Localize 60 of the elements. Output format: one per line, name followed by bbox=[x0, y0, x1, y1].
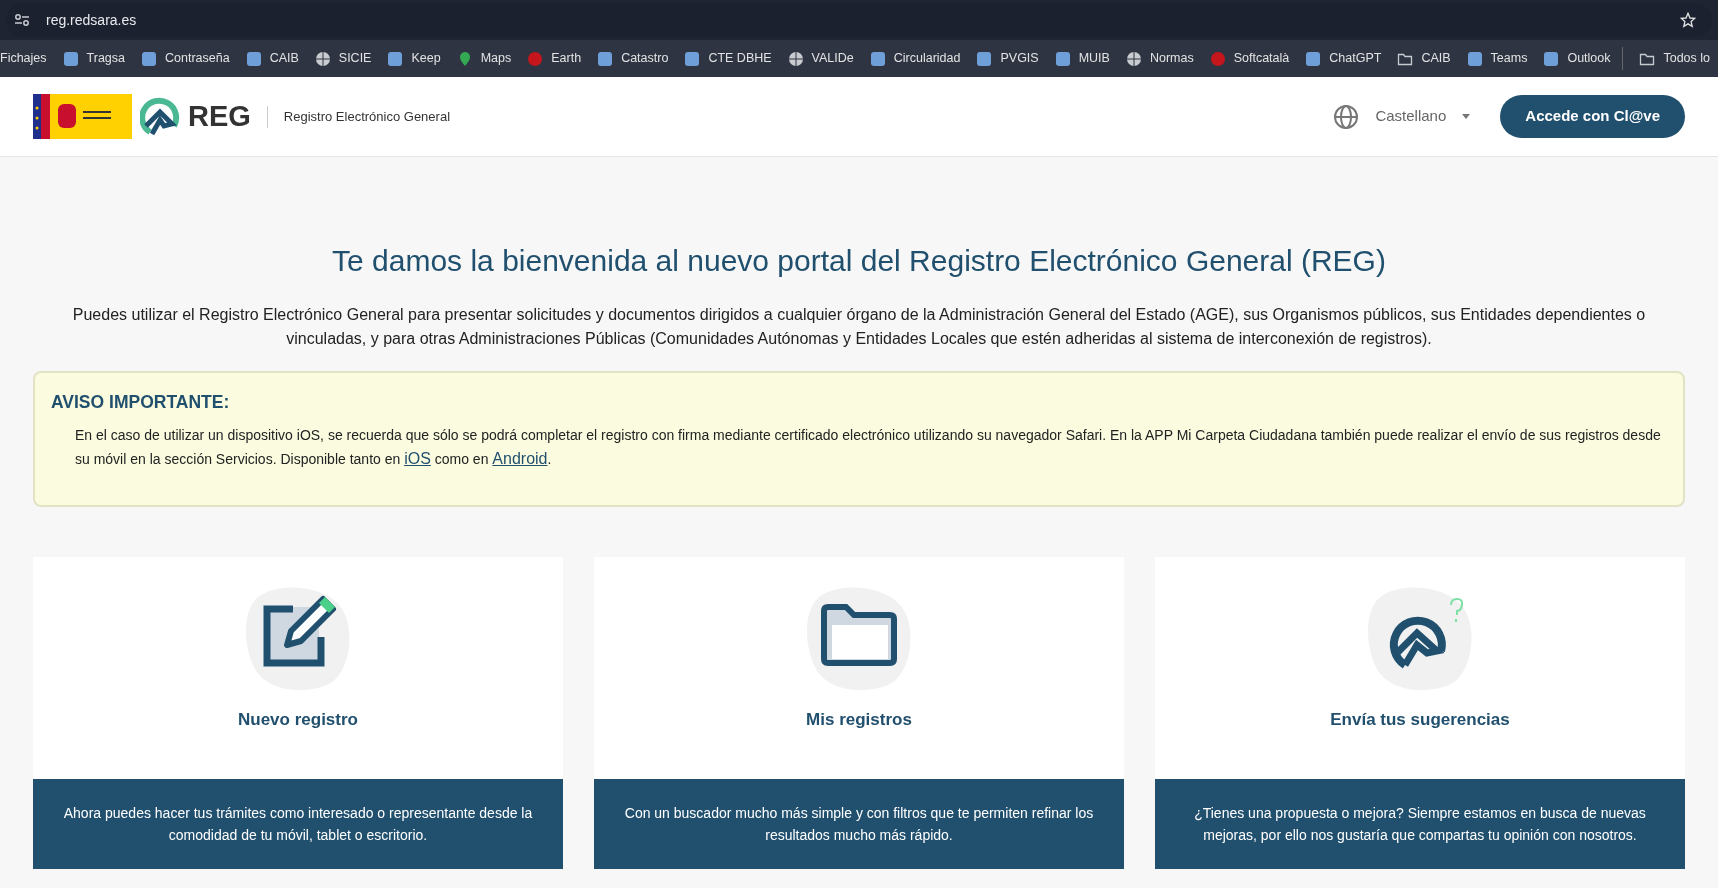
card-title: Envía tus sugerencias bbox=[1330, 709, 1510, 732]
globe-icon bbox=[787, 50, 804, 67]
bookmark-link[interactable]: SICIE bbox=[314, 47, 380, 70]
site-favicon-icon bbox=[597, 50, 614, 67]
round-favicon-icon bbox=[1209, 50, 1226, 67]
caret-icon bbox=[1462, 114, 1471, 119]
card-description: Ahora puedes hacer tus trámites como interesado o representante desde la comodidad de tu móvil, tablet o escritorio. bbox=[62, 804, 534, 846]
globe-icon bbox=[314, 50, 331, 67]
bookmark-link[interactable]: Earth bbox=[527, 47, 590, 70]
intro-paragraph: Puedes utilizar el Registro Electrónico General para presentar solicitudes y documentos dirigidos a cualquier órgano de la Administración General del Estado (AGE), sus Organismos públicos, sus Entidades dependientes o vinculadas, y para otras Administraciones Públicas (Comunidades Autónomas y Entidades Locales que estén adheridas al sistema de interconexión de registros). bbox=[71, 305, 1647, 349]
bookmark-link[interactable]: ChatGPT bbox=[1305, 47, 1390, 70]
site-settings-icon[interactable] bbox=[14, 13, 30, 27]
bookmark-link[interactable]: CAIB bbox=[1397, 47, 1459, 70]
card-title: Nuevo registro bbox=[238, 709, 358, 732]
site-favicon-icon bbox=[976, 50, 993, 67]
notice-title: AVISO IMPORTANTE: bbox=[51, 391, 231, 414]
bookmark-link[interactable]: Catastro bbox=[597, 47, 677, 70]
site-favicon-icon bbox=[684, 50, 701, 67]
site-favicon-icon bbox=[1543, 50, 1560, 67]
url-text: reg.redsara.es bbox=[46, 10, 137, 30]
site-favicon-icon bbox=[387, 50, 404, 67]
site-favicon-icon bbox=[1305, 50, 1322, 67]
bookmark-link[interactable]: Maps bbox=[456, 47, 520, 70]
bookmark-link[interactable]: Tragsa bbox=[62, 47, 133, 70]
bookmark-link[interactable]: PVGIS bbox=[976, 47, 1047, 70]
site-favicon-icon bbox=[1054, 50, 1071, 67]
bookmark-link[interactable]: Teams bbox=[1466, 47, 1536, 70]
site-favicon-icon bbox=[1466, 50, 1483, 67]
card-description: ¿Tienes una propuesta o mejora? Siempre estamos en busca de nuevas mejoras, por ello nos gustaría que compartas tu opinión con nosotros. bbox=[1193, 804, 1647, 846]
notice-text: En el caso de utilizar un dispositivo iOS, se recuerda que sólo se podrá completar el registro con firma mediante certificado electrónico utilizando su navegador Safari. En la APP Mi Carpeta Ciudadana también puede realizar el envío de sus registros desde su móvil en la sección Servicios. Disponible tanto en iOS como en Android. bbox=[74, 426, 1662, 470]
store-link[interactable]: iOS bbox=[404, 450, 431, 468]
bookmark-link[interactable]: Normas bbox=[1125, 47, 1202, 70]
site-subtitle: Registro Electrónico General bbox=[283, 107, 451, 126]
site-favicon-icon bbox=[869, 50, 886, 67]
bookmark-link[interactable]: Circularidad bbox=[869, 47, 969, 70]
language-selector[interactable]: Castellano bbox=[1327, 102, 1477, 131]
globe-icon bbox=[1125, 50, 1142, 67]
bookmark-link[interactable]: Outlook bbox=[1543, 47, 1619, 70]
card-title: Mis registros bbox=[806, 709, 912, 732]
site-favicon-icon bbox=[62, 50, 79, 67]
login-button[interactable]: Accede con Cl@ve bbox=[1500, 95, 1685, 138]
bookmark-link[interactable]: CAIB bbox=[245, 47, 307, 70]
bookmark-link[interactable]: Fichajes bbox=[0, 47, 55, 70]
bookmark-link[interactable]: CTE DBHE bbox=[684, 47, 780, 70]
bookmark-link[interactable]: VALIDe bbox=[787, 47, 862, 70]
bookmark-folder-link[interactable]: Todos lo bbox=[1622, 47, 1718, 70]
bookmark-link[interactable]: Keep bbox=[387, 47, 449, 70]
star-icon[interactable] bbox=[1680, 12, 1696, 28]
site-favicon-icon bbox=[141, 50, 157, 67]
site-favicon-icon bbox=[245, 50, 262, 67]
bookmark-link[interactable]: Softcatalà bbox=[1209, 47, 1298, 70]
address-bar[interactable]: reg.redsara.es bbox=[6, 3, 1712, 37]
brand-name: REG bbox=[188, 98, 251, 134]
globe-icon bbox=[1333, 103, 1360, 130]
bookmark-link[interactable]: Contraseña bbox=[141, 47, 238, 70]
welcome-title: Te damos la bienvenida al nuevo portal del Registro Electrónico General (REG) bbox=[331, 243, 1387, 279]
card-description: Con un buscador mucho más simple y con filtros que te permiten refinar los resultados mucho más rápido. bbox=[623, 804, 1095, 846]
round-favicon-icon bbox=[527, 50, 544, 67]
reg-logo-icon bbox=[140, 95, 180, 138]
bookmark-link[interactable]: MUIB bbox=[1054, 47, 1118, 70]
